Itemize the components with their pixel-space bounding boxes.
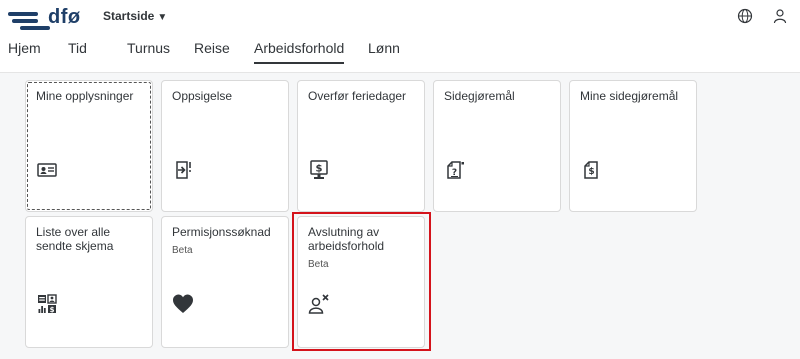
dashboard-grid-icon: $ [38, 294, 57, 314]
svg-text:$: $ [316, 164, 323, 175]
tile-title: Overfør feriedager [308, 89, 407, 103]
tile-title: Mine sidegjøremål [580, 89, 679, 103]
tile-title: Permisjonssøknad [172, 225, 271, 239]
monitor-dollar-icon: $ [310, 160, 328, 179]
tile-oppsigelse[interactable]: Oppsigelse [161, 80, 289, 212]
tab-lonn[interactable]: Lønn [368, 40, 400, 62]
tile-title: Mine opplysninger [36, 89, 134, 103]
tile-permisjonssoknad[interactable]: Permisjonssøknad Beta [161, 216, 289, 348]
document-dollar-icon: $ [584, 161, 598, 179]
tile-overfor-feriedager[interactable]: Overfør feriedager $ [297, 80, 425, 212]
id-card-icon [37, 163, 57, 177]
svg-text:$: $ [50, 306, 55, 314]
globe-icon[interactable] [737, 8, 753, 24]
dfo-logo[interactable]: dfø [8, 6, 92, 30]
tab-reise[interactable]: Reise [194, 40, 230, 62]
shell-header: dfø Startside ▼ Hjem Tid Turnus Reise Arb… [0, 0, 800, 73]
user-icon[interactable] [772, 8, 788, 24]
app-menu-button[interactable]: Startside ▼ [103, 9, 167, 23]
beta-label: Beta [172, 245, 193, 256]
tile-title: Sidegjøremål [444, 89, 515, 103]
tile-liste-sendte-skjema[interactable]: Liste over alle sendte skjema $ [25, 216, 153, 348]
tile-avslutning-arbeidsforhold[interactable]: Avslutning av arbeidsforhold Beta [297, 216, 425, 348]
tile-mine-sidegjoremal[interactable]: Mine sidegjøremål $ [569, 80, 697, 212]
tile-title: Oppsigelse [172, 89, 233, 103]
tile-sidegjoremal[interactable]: Sidegjøremål ? [433, 80, 561, 212]
tab-turnus[interactable]: Turnus [127, 40, 170, 62]
caret-down-icon: ▼ [157, 12, 168, 23]
svg-text:$: $ [588, 167, 594, 177]
tab-tid[interactable]: Tid [68, 40, 87, 62]
tab-arbeidsforhold[interactable]: Arbeidsforhold [254, 40, 345, 64]
tab-bar: Hjem Tid Turnus Reise Arbeidsforhold Løn… [0, 40, 800, 70]
heart-icon [173, 294, 193, 313]
tile-title: Liste over alle sendte skjema [36, 225, 114, 253]
logo-text: dfø [48, 6, 81, 28]
exit-document-icon [176, 161, 191, 179]
tile-title: Avslutning av arbeidsforhold [308, 225, 385, 253]
beta-label: Beta [308, 259, 329, 270]
user-remove-icon [308, 294, 329, 314]
document-question-icon: ? [447, 161, 464, 179]
app-menu-label: Startside [103, 9, 155, 23]
tile-mine-opplysninger[interactable]: Mine opplysninger [25, 80, 153, 212]
tab-hjem[interactable]: Hjem [8, 40, 41, 62]
